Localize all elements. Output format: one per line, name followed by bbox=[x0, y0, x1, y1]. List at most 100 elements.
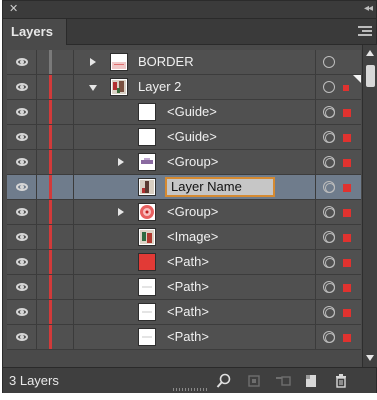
layer-row-path[interactable]: <Path> bbox=[7, 275, 361, 300]
layer-row-group[interactable]: <Group> bbox=[7, 150, 361, 175]
visibility-toggle[interactable] bbox=[7, 175, 37, 199]
visibility-toggle[interactable] bbox=[7, 125, 37, 149]
scroll-down-icon[interactable] bbox=[366, 355, 374, 361]
target-cell[interactable] bbox=[315, 50, 361, 74]
eye-icon bbox=[15, 108, 28, 116]
visibility-toggle[interactable] bbox=[7, 50, 37, 74]
layer-color-bar bbox=[49, 75, 52, 99]
lock-toggle[interactable] bbox=[38, 300, 74, 324]
visibility-toggle[interactable] bbox=[7, 75, 37, 99]
expand-triangle-icon[interactable] bbox=[118, 158, 124, 166]
target-cell[interactable] bbox=[315, 125, 361, 149]
eye-icon bbox=[15, 233, 28, 241]
target-circle-icon[interactable] bbox=[323, 56, 335, 68]
layer-row-guide[interactable]: <Guide> bbox=[7, 100, 361, 125]
target-circle-icon[interactable] bbox=[323, 81, 335, 93]
layer-row-guide[interactable]: <Guide> bbox=[7, 125, 361, 150]
lock-toggle[interactable] bbox=[38, 275, 74, 299]
target-cell[interactable] bbox=[315, 225, 361, 249]
layer-row-path[interactable]: <Path> bbox=[7, 300, 361, 325]
lock-toggle[interactable] bbox=[38, 125, 74, 149]
visibility-toggle[interactable] bbox=[7, 150, 37, 174]
target-circle-icon[interactable] bbox=[323, 331, 335, 343]
lock-toggle[interactable] bbox=[38, 200, 74, 224]
scroll-up-icon[interactable] bbox=[366, 50, 374, 56]
layer-row-group[interactable]: <Group> bbox=[7, 200, 361, 225]
layer-name: <Path> bbox=[167, 304, 209, 319]
layer-thumbnail bbox=[138, 103, 156, 121]
selection-indicator[interactable] bbox=[343, 309, 351, 317]
selection-indicator[interactable] bbox=[343, 109, 351, 117]
target-circle-icon[interactable] bbox=[323, 106, 335, 118]
target-cell[interactable] bbox=[315, 100, 361, 124]
panel-footer: 3 Layers bbox=[3, 367, 376, 393]
lock-toggle[interactable] bbox=[38, 325, 74, 349]
selection-indicator[interactable] bbox=[343, 334, 351, 342]
layer-row-path[interactable]: <Path> bbox=[7, 250, 361, 275]
search-icon[interactable] bbox=[216, 373, 232, 389]
selection-indicator[interactable] bbox=[343, 284, 351, 292]
new-layer-icon[interactable] bbox=[303, 373, 319, 389]
target-circle-icon[interactable] bbox=[323, 206, 335, 218]
target-circle-icon[interactable] bbox=[323, 131, 335, 143]
panel-menu-icon[interactable] bbox=[358, 26, 372, 38]
selection-indicator[interactable] bbox=[343, 259, 351, 267]
scrollbar-thumb[interactable] bbox=[366, 65, 375, 87]
vertical-scrollbar[interactable] bbox=[362, 45, 377, 367]
target-cell[interactable] bbox=[315, 75, 361, 99]
selection-indicator[interactable] bbox=[343, 184, 351, 192]
target-cell[interactable] bbox=[315, 325, 361, 349]
collapse-triangle-icon[interactable] bbox=[89, 85, 97, 91]
visibility-toggle[interactable] bbox=[7, 300, 37, 324]
visibility-toggle[interactable] bbox=[7, 100, 37, 124]
layer-thumbnail bbox=[110, 78, 128, 96]
lock-toggle[interactable] bbox=[38, 50, 74, 74]
target-cell[interactable] bbox=[315, 150, 361, 174]
eye-icon bbox=[15, 283, 28, 291]
lock-toggle[interactable] bbox=[38, 75, 74, 99]
close-icon[interactable]: ✕ bbox=[9, 3, 18, 15]
lock-toggle[interactable] bbox=[38, 225, 74, 249]
lock-toggle[interactable] bbox=[38, 175, 74, 199]
layer-row-layer-2[interactable]: Layer 2 bbox=[7, 75, 361, 100]
visibility-toggle[interactable] bbox=[7, 225, 37, 249]
target-cell[interactable] bbox=[315, 275, 361, 299]
target-circle-icon[interactable] bbox=[323, 156, 335, 168]
visibility-toggle[interactable] bbox=[7, 250, 37, 274]
target-circle-icon[interactable] bbox=[323, 306, 335, 318]
collapse-icon[interactable]: ◂◂ bbox=[364, 3, 373, 15]
selection-indicator[interactable] bbox=[343, 85, 349, 91]
target-cell[interactable] bbox=[315, 200, 361, 224]
create-sublayer-icon[interactable] bbox=[275, 373, 291, 389]
expand-triangle-icon[interactable] bbox=[90, 58, 96, 66]
tab-layers[interactable]: Layers bbox=[3, 19, 67, 45]
layer-row-path[interactable]: <Path> bbox=[7, 325, 361, 350]
layer-name-input[interactable]: Layer Name bbox=[165, 177, 275, 197]
lock-toggle[interactable] bbox=[38, 250, 74, 274]
layer-row-border[interactable]: BORDER bbox=[7, 50, 361, 75]
layer-row-selected[interactable]: Layer Name bbox=[7, 175, 361, 200]
target-cell[interactable] bbox=[315, 175, 361, 199]
target-cell[interactable] bbox=[315, 250, 361, 274]
target-circle-icon[interactable] bbox=[323, 256, 335, 268]
expand-triangle-icon[interactable] bbox=[118, 208, 124, 216]
resize-grip[interactable] bbox=[173, 388, 209, 391]
layer-color-bar bbox=[49, 200, 52, 224]
layer-row-image[interactable]: <Image> bbox=[7, 225, 361, 250]
selection-indicator[interactable] bbox=[343, 159, 351, 167]
visibility-toggle[interactable] bbox=[7, 275, 37, 299]
lock-toggle[interactable] bbox=[38, 150, 74, 174]
make-clip-mask-icon[interactable] bbox=[246, 373, 262, 389]
target-circle-icon[interactable] bbox=[323, 181, 335, 193]
selection-indicator[interactable] bbox=[343, 134, 351, 142]
target-circle-icon[interactable] bbox=[323, 231, 335, 243]
visibility-toggle[interactable] bbox=[7, 325, 37, 349]
trash-icon[interactable] bbox=[333, 373, 349, 389]
selection-indicator[interactable] bbox=[343, 209, 351, 217]
visibility-toggle[interactable] bbox=[7, 200, 37, 224]
target-cell[interactable] bbox=[315, 300, 361, 324]
layer-name: <Group> bbox=[167, 154, 219, 169]
lock-toggle[interactable] bbox=[38, 100, 74, 124]
target-circle-icon[interactable] bbox=[323, 281, 335, 293]
selection-indicator[interactable] bbox=[343, 234, 351, 242]
